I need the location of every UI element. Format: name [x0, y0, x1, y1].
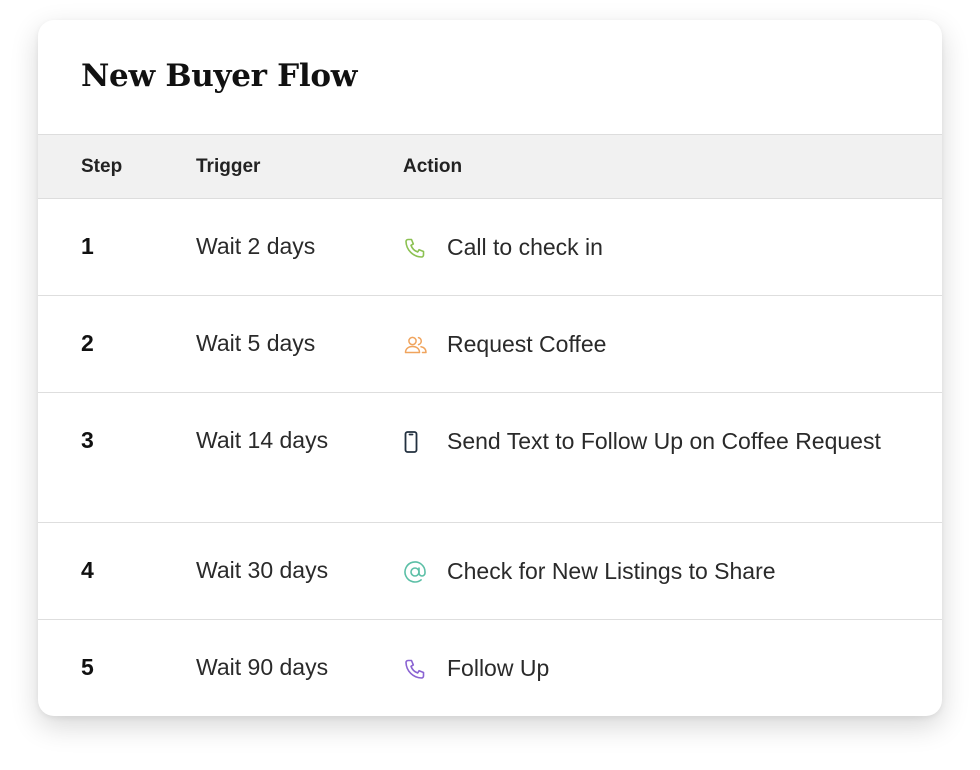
- action-cell: Request Coffee: [403, 330, 942, 366]
- action-text: Follow Up: [447, 655, 550, 681]
- at-sign-icon: [403, 557, 447, 587]
- table-row: 2 Wait 5 days Request Coffee: [38, 296, 942, 393]
- trigger-text: Wait 90 days: [196, 654, 329, 680]
- phone-icon: [403, 233, 447, 263]
- flow-table: Step Trigger Action 1 Wait 2 days Call t…: [38, 134, 942, 716]
- table-row: 5 Wait 90 days Follow Up: [38, 620, 942, 716]
- flow-title: New Buyer Flow: [81, 58, 358, 94]
- column-header-step: Step: [81, 155, 123, 177]
- column-header-trigger: Trigger: [196, 155, 261, 177]
- table-row: 3 Wait 14 days Send Text to Follow Up on…: [38, 393, 942, 523]
- phone-icon: [403, 654, 447, 684]
- step-number: 3: [81, 427, 94, 453]
- table-header: Step Trigger Action: [38, 134, 942, 199]
- trigger-text: Wait 2 days: [196, 233, 316, 259]
- action-cell: Call to check in: [403, 233, 942, 269]
- action-text: Send Text to Follow Up on Coffee Request: [447, 428, 881, 454]
- action-text: Request Coffee: [447, 331, 607, 357]
- action-cell: Follow Up: [403, 654, 942, 690]
- step-number: 5: [81, 654, 94, 680]
- step-number: 2: [81, 330, 94, 356]
- trigger-text: Wait 14 days: [196, 427, 329, 453]
- action-text: Call to check in: [447, 234, 603, 260]
- mobile-icon: [403, 427, 447, 457]
- action-cell: Check for New Listings to Share: [403, 557, 942, 593]
- action-cell: Send Text to Follow Up on Coffee Request: [403, 427, 942, 463]
- people-icon: [403, 330, 447, 360]
- step-number: 1: [81, 233, 94, 259]
- action-text: Check for New Listings to Share: [447, 558, 776, 584]
- column-header-action: Action: [403, 155, 463, 177]
- trigger-text: Wait 30 days: [196, 557, 329, 583]
- table-row: 1 Wait 2 days Call to check in: [38, 199, 942, 296]
- buyer-flow-card: New Buyer Flow Step Trigger Action 1 Wai…: [38, 20, 942, 716]
- table-row: 4 Wait 30 days Check for New Listings to…: [38, 523, 942, 620]
- trigger-text: Wait 5 days: [196, 330, 316, 356]
- card-header: New Buyer Flow: [38, 20, 942, 134]
- step-number: 4: [81, 557, 94, 583]
